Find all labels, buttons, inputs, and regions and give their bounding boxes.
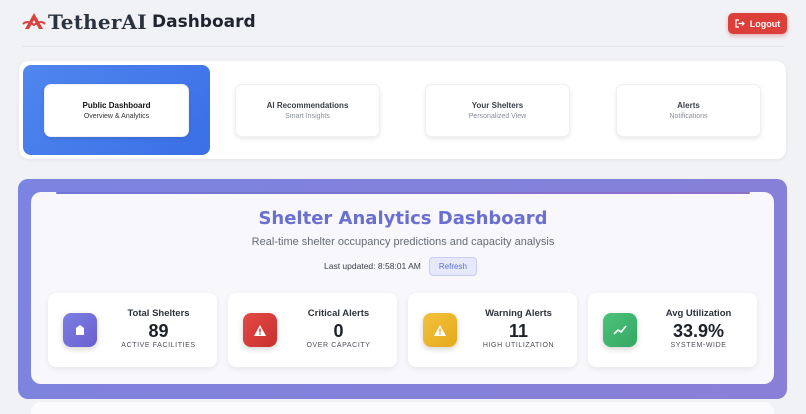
- trend-up-icon: [603, 313, 637, 347]
- analytics-subtitle: Real-time shelter occupancy predictions …: [251, 236, 555, 248]
- stat-card-total-shelters: Total Shelters 89 ACTIVE FACILITIES: [48, 293, 217, 367]
- stat-label: Critical Alerts: [307, 308, 370, 319]
- last-updated-row: Last updated: 8:58:01 AM Refresh: [324, 256, 477, 276]
- tab-title: Your Shelters: [471, 101, 524, 110]
- stat-caption: ACTIVE FACILITIES: [121, 342, 196, 349]
- shelter-icon: [63, 313, 97, 347]
- stat-label: Avg Utilization: [665, 308, 732, 319]
- stat-card-avg-utilization: Avg Utilization 33.9% SYSTEM-WIDE: [588, 293, 757, 367]
- stat-value: 11: [508, 321, 529, 341]
- tab-subtitle: Overview & Analytics: [83, 113, 150, 120]
- analytics-title: Shelter Analytics Dashboard: [258, 208, 548, 229]
- stat-label: Total Shelters: [127, 308, 190, 319]
- tab-your-shelters[interactable]: Your Shelters Personalized View: [425, 84, 570, 137]
- stat-card-critical-alerts: Critical Alerts 0 OVER CAPACITY: [228, 293, 397, 367]
- stat-label: Warning Alerts: [485, 308, 552, 319]
- tab-subtitle: Smart Insights: [285, 113, 330, 120]
- card-accent-line: [56, 192, 750, 194]
- stat-value: 89: [148, 321, 169, 341]
- brand-name: TetherAI: [48, 10, 147, 34]
- stat-caption: OVER CAPACITY: [306, 342, 371, 349]
- logout-icon: [735, 19, 745, 28]
- tab-ai-recommendations[interactable]: AI Recommendations Smart Insights: [235, 84, 380, 137]
- next-section-card: [31, 402, 774, 414]
- top-header: TetherAI Dashboard Logout: [0, 0, 806, 47]
- tab-alerts[interactable]: Alerts Notifications: [616, 84, 761, 137]
- last-updated-text: Last updated: 8:58:01 AM: [324, 261, 421, 271]
- stat-value: 33.9%: [672, 321, 725, 341]
- stat-card-warning-alerts: Warning Alerts 11 HIGH UTILIZATION: [408, 293, 577, 367]
- refresh-button[interactable]: Refresh: [428, 256, 477, 276]
- tab-title: Alerts: [677, 101, 700, 110]
- tabs-panel: Public Dashboard Overview & Analytics AI…: [19, 61, 786, 159]
- logout-button[interactable]: Logout: [728, 13, 787, 34]
- warning-icon: [423, 313, 457, 347]
- tab-subtitle: Notifications: [669, 113, 708, 120]
- brand-logo[interactable]: TetherAI: [22, 10, 147, 34]
- page-title: Dashboard: [152, 12, 256, 32]
- tether-logo-icon: [22, 11, 46, 33]
- stat-value: 0: [333, 321, 344, 341]
- logout-label: Logout: [749, 18, 781, 29]
- stat-caption: SYSTEM-WIDE: [670, 342, 727, 349]
- tab-subtitle: Personalized View: [468, 113, 527, 120]
- tab-title: Public Dashboard: [82, 101, 151, 110]
- tab-title: AI Recommendations: [266, 101, 349, 110]
- header-divider: [22, 46, 784, 47]
- tab-public-dashboard[interactable]: Public Dashboard Overview & Analytics: [44, 84, 189, 137]
- warning-icon: [243, 313, 277, 347]
- stat-caption: HIGH UTILIZATION: [482, 342, 555, 349]
